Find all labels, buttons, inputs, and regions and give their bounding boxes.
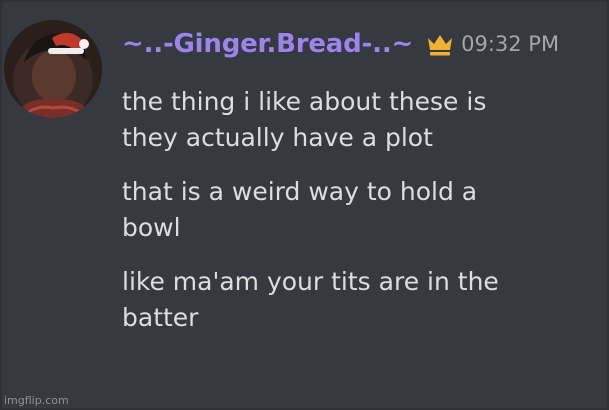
message-header: ~..-Ginger.Bread-..~ 09:32 PM (122, 24, 559, 64)
username[interactable]: ~..-Ginger.Bread-..~ (122, 29, 413, 59)
message-line: batter (122, 303, 199, 332)
message-line: the thing i like about these is (122, 87, 487, 116)
message-line: like ma'am your tits are in the (122, 267, 499, 296)
message-line: bowl (122, 213, 181, 242)
chat-message[interactable]: that is a weird way to hold a bowl (122, 174, 592, 246)
message-line: they actually have a plot (122, 123, 433, 152)
chat-message[interactable]: the thing i like about these is they act… (122, 84, 592, 156)
timestamp[interactable]: 09:32 PM (461, 32, 559, 56)
watermark: imgflip.com (4, 394, 69, 407)
message-line: that is a weird way to hold a (122, 177, 478, 206)
message-list: the thing i like about these is they act… (122, 84, 592, 336)
chat-message[interactable]: like ma'am your tits are in the batter (122, 264, 592, 336)
crown-icon (425, 30, 455, 58)
avatar[interactable] (4, 20, 102, 118)
